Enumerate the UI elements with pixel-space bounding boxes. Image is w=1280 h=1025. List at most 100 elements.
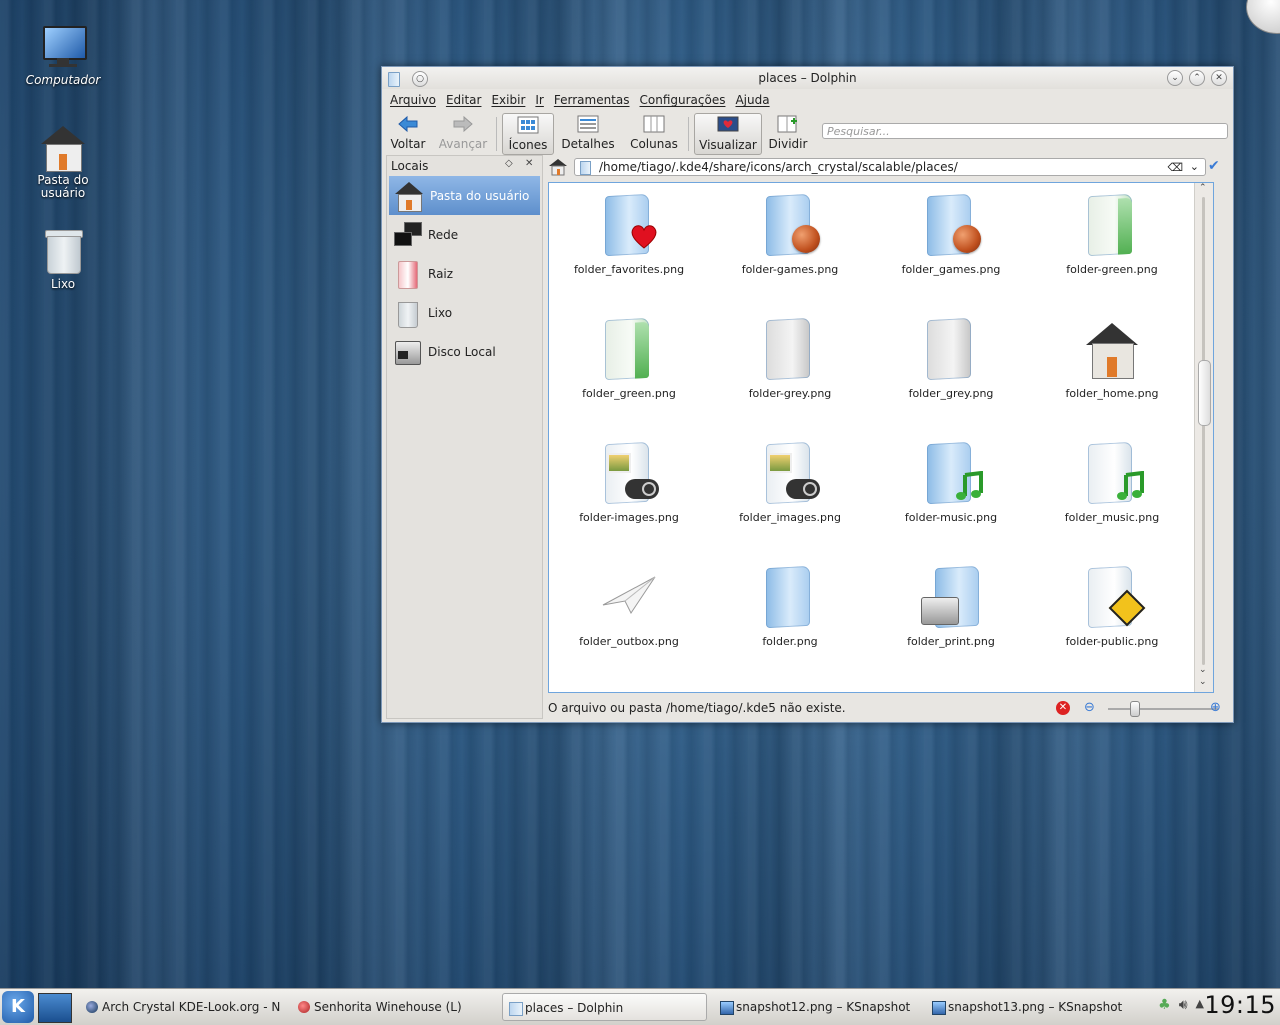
file-item[interactable]: folder-public.png [1037, 565, 1187, 648]
title-bar[interactable]: ○ places – Dolphin ⌄ ⌃ ✕ [382, 67, 1233, 89]
place-label: Pasta do usuário [430, 188, 530, 203]
menu-editar[interactable]: Editar [446, 93, 482, 107]
place-item-trash[interactable]: Lixo [387, 293, 542, 332]
split-button[interactable]: Dividir [768, 113, 808, 153]
file-item[interactable]: folder_outbox.png [554, 565, 704, 648]
file-view[interactable]: folder_favorites.png folder-games.png fo… [548, 182, 1214, 693]
status-bar: O arquivo ou pasta /home/tiago/.kde5 não… [548, 700, 1228, 718]
zoom-in-icon[interactable]: ⊕ [1210, 700, 1221, 715]
menu-exibir[interactable]: Exibir [491, 93, 525, 107]
back-button[interactable]: Voltar [388, 113, 428, 153]
hard-disk-icon [392, 337, 422, 367]
task-dolphin[interactable]: places – Dolphin [502, 993, 707, 1021]
menu-ajuda[interactable]: Ajuda [735, 93, 769, 107]
scroll-up-icon[interactable]: ⌃ [1199, 183, 1207, 193]
desktop-pager[interactable] [38, 993, 72, 1023]
task-ksnapshot-12[interactable]: snapshot12.png – KSnapshot [714, 993, 919, 1021]
back-label: Voltar [390, 137, 426, 151]
menu-ir[interactable]: Ir [535, 93, 543, 107]
clear-input-icon[interactable]: ⌫ [1167, 160, 1183, 176]
place-label: Lixo [428, 305, 453, 320]
scroll-down-icon[interactable]: ⌄ [1199, 677, 1207, 687]
place-label: Rede [428, 227, 459, 242]
desktop-icon-trash[interactable]: Lixo [18, 228, 108, 291]
file-item[interactable]: folder-green.png [1037, 193, 1187, 276]
vertical-scrollbar[interactable]: ⌃ ⌄ ⌄ [1194, 183, 1213, 692]
menu-arquivo[interactable]: Arquivo [390, 93, 436, 107]
file-item[interactable]: folder-music.png [876, 441, 1026, 524]
file-item[interactable]: folder_green.png [554, 317, 704, 400]
icons-view-icon [517, 116, 539, 134]
place-item-local-disk[interactable]: Disco Local [387, 332, 542, 371]
folder-icon [509, 1002, 523, 1016]
confirm-path-icon[interactable]: ✔ [1208, 158, 1224, 174]
file-item[interactable]: folder_favorites.png [554, 193, 704, 276]
clock[interactable]: 19:15 [1204, 991, 1276, 1019]
zoom-slider-handle[interactable] [1130, 701, 1140, 717]
menu-ferramentas[interactable]: Ferramentas [554, 93, 630, 107]
corner-plasma-toolbox[interactable] [1246, 0, 1280, 34]
file-item[interactable]: folder-games.png [715, 193, 865, 276]
menu-configuracoes[interactable]: Configurações [640, 93, 726, 107]
chat-icon [298, 1001, 310, 1013]
task-chat[interactable]: Senhorita Winehouse (L) [292, 993, 492, 1021]
columns-view-button[interactable]: Colunas [626, 113, 682, 153]
chevron-down-icon[interactable]: ⌄ [1190, 159, 1199, 175]
location-input[interactable]: /home/tiago/.kde4/share/icons/arch_cryst… [574, 158, 1206, 176]
trash-icon [392, 298, 422, 328]
file-item[interactable]: folder-grey.png [715, 317, 865, 400]
images-folder-icon [758, 441, 822, 505]
icons-view-button[interactable]: Ícones [502, 113, 554, 155]
file-item[interactable]: folder_home.png [1037, 317, 1187, 400]
file-item[interactable]: folder_images.png [715, 441, 865, 524]
file-item[interactable]: folder-images.png [554, 441, 704, 524]
tray-expand-icon[interactable]: ▲ [1196, 997, 1204, 1013]
kde-menu-button[interactable]: K [2, 991, 34, 1023]
file-item[interactable]: folder.png [715, 565, 865, 648]
file-item[interactable]: folder_music.png [1037, 441, 1187, 524]
maximize-button[interactable]: ⌃ [1189, 70, 1205, 86]
scroll-track[interactable] [1202, 197, 1205, 665]
file-item[interactable]: folder_print.png [876, 565, 1026, 648]
preview-button[interactable]: Visualizar [694, 113, 762, 155]
file-item[interactable]: folder_games.png [876, 193, 1026, 276]
task-ksnapshot-13[interactable]: snapshot13.png – KSnapshot [926, 993, 1131, 1021]
error-icon[interactable]: ✕ [1056, 701, 1070, 715]
file-name: folder_home.png [1065, 387, 1159, 400]
scroll-down-icon[interactable]: ⌄ [1199, 665, 1207, 675]
place-item-home[interactable]: Pasta do usuário [389, 176, 540, 215]
zoom-out-icon[interactable]: ⊖ [1084, 700, 1095, 715]
file-name: folder_music.png [1064, 511, 1160, 524]
scroll-thumb[interactable] [1198, 360, 1211, 426]
close-button[interactable]: ✕ [1211, 70, 1227, 86]
places-title: Locais [391, 159, 429, 173]
columns-view-label: Colunas [630, 137, 678, 151]
file-name: folder_grey.png [908, 387, 994, 400]
root-folder-icon [392, 259, 422, 289]
place-item-network[interactable]: Rede [387, 215, 542, 254]
images-folder-icon [597, 441, 661, 505]
desktop-icon-home[interactable]: Pasta do usuário [18, 124, 108, 200]
dolphin-window: ○ places – Dolphin ⌄ ⌃ ✕ Arquivo Editar … [381, 66, 1234, 723]
details-view-button[interactable]: Detalhes [560, 113, 616, 153]
search-input[interactable]: Pesquisar... [822, 123, 1228, 139]
close-panel-icon[interactable]: ✕ [525, 158, 533, 169]
float-panel-icon[interactable]: ◇ [505, 158, 513, 169]
desktop-icon-computer[interactable]: Computador [18, 24, 108, 87]
minimize-button[interactable]: ⌄ [1167, 70, 1183, 86]
task-browser[interactable]: Arch Crystal KDE-Look.org - Na [80, 993, 280, 1021]
android-icon[interactable]: ♣ [1158, 997, 1171, 1013]
place-item-root[interactable]: Raiz [387, 254, 542, 293]
file-name: folder-public.png [1065, 635, 1159, 648]
volume-icon[interactable]: 🔊︎ [1179, 997, 1188, 1013]
main-toolbar: Voltar Avançar Ícones Detalhes Colunas V… [382, 111, 1233, 155]
forward-button[interactable]: Avançar [438, 113, 488, 153]
file-item[interactable]: folder_grey.png [876, 317, 1026, 400]
arrow-right-icon [452, 115, 474, 133]
trash-icon [39, 228, 87, 276]
file-name: folder-grey.png [748, 387, 832, 400]
place-label: Disco Local [428, 344, 496, 359]
zoom-slider-track[interactable] [1108, 708, 1218, 710]
home-icon[interactable] [548, 157, 568, 177]
file-grid: folder_favorites.png folder-games.png fo… [549, 183, 1195, 692]
